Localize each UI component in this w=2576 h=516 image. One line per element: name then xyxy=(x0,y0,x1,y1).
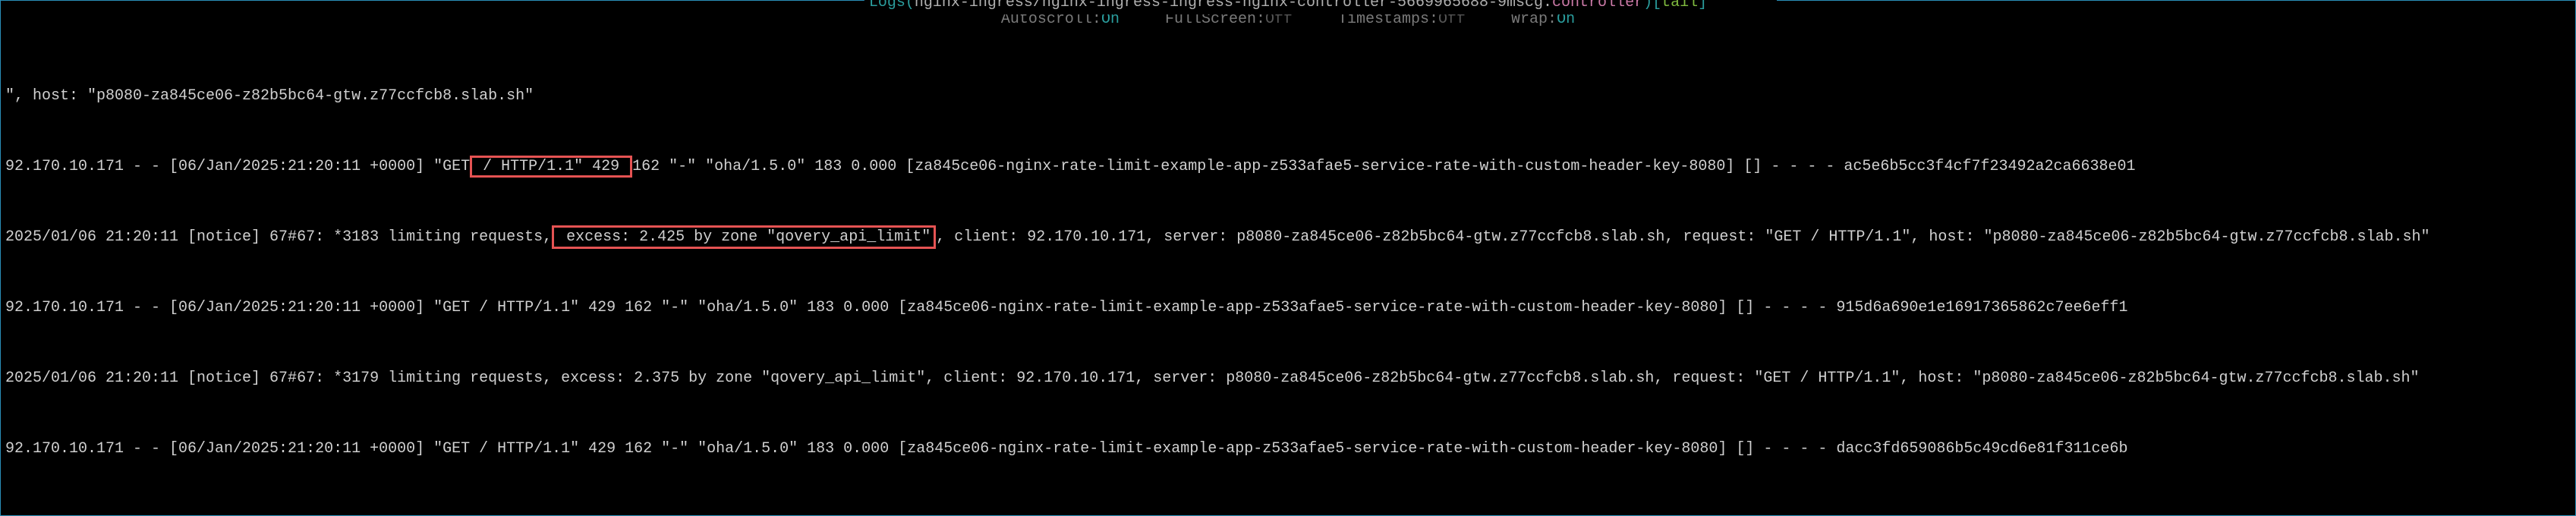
log-text: ", host: "p8080-za845ce06-z82b5bc64-gtw.… xyxy=(5,87,534,105)
title-colon: : xyxy=(1543,0,1552,11)
tail-mode: tail xyxy=(1661,0,1698,11)
log-text: 92.170.10.171 - - [06/Jan/2025:21:20:11 … xyxy=(5,440,2127,458)
log-text: 2025/01/06 21:20:11 [notice] 67#67: *318… xyxy=(5,228,552,246)
log-viewer-panel: Logs(nginx-ingress/nginx-ingress-ingress… xyxy=(0,0,2576,516)
log-line: ", host: "p8080-za845ce06-z82b5bc64-gtw.… xyxy=(5,84,2571,108)
open-paren: ( xyxy=(905,0,915,11)
log-content[interactable]: ", host: "p8080-za845ce06-z82b5bc64-gtw.… xyxy=(1,37,2575,508)
highlight-http-429: / HTTP/1.1" 429 xyxy=(470,156,632,178)
log-text: 2025/01/06 21:20:11 [notice] 67#67: *317… xyxy=(5,370,2420,387)
title-prefix: Logs xyxy=(869,0,905,11)
log-text: , client: 92.170.10.171, server: p8080-z… xyxy=(936,228,2430,246)
panel-title: Logs(nginx-ingress/nginx-ingress-ingress… xyxy=(864,0,1712,14)
log-line: 2025/01/06 21:20:11 [notice] 67#67: *318… xyxy=(5,225,2571,249)
log-text: 162 "-" "oha/1.5.0" 183 0.000 [za845ce06… xyxy=(632,158,2135,175)
pod-path: nginx-ingress/nginx-ingress-ingress-ngin… xyxy=(915,0,1543,11)
close-paren: ) xyxy=(1643,0,1652,11)
log-line: 92.170.10.171 - - [06/Jan/2025:21:20:11 … xyxy=(5,155,2571,178)
open-bracket: [ xyxy=(1652,0,1661,11)
close-bracket: ] xyxy=(1698,0,1707,11)
log-text: 92.170.10.171 - - [06/Jan/2025:21:20:11 … xyxy=(5,158,470,175)
log-line: 2025/01/06 21:20:11 [notice] 67#67: *317… xyxy=(5,367,2571,390)
log-text: 92.170.10.171 - - [06/Jan/2025:21:20:11 … xyxy=(5,299,2127,316)
log-line: 92.170.10.171 - - [06/Jan/2025:21:20:11 … xyxy=(5,437,2571,461)
container-name: controller xyxy=(1552,0,1643,11)
log-line: 92.170.10.171 - - [06/Jan/2025:21:20:11 … xyxy=(5,296,2571,319)
highlight-excess-zone: excess: 2.425 by zone "qovery_api_limit" xyxy=(552,225,936,249)
